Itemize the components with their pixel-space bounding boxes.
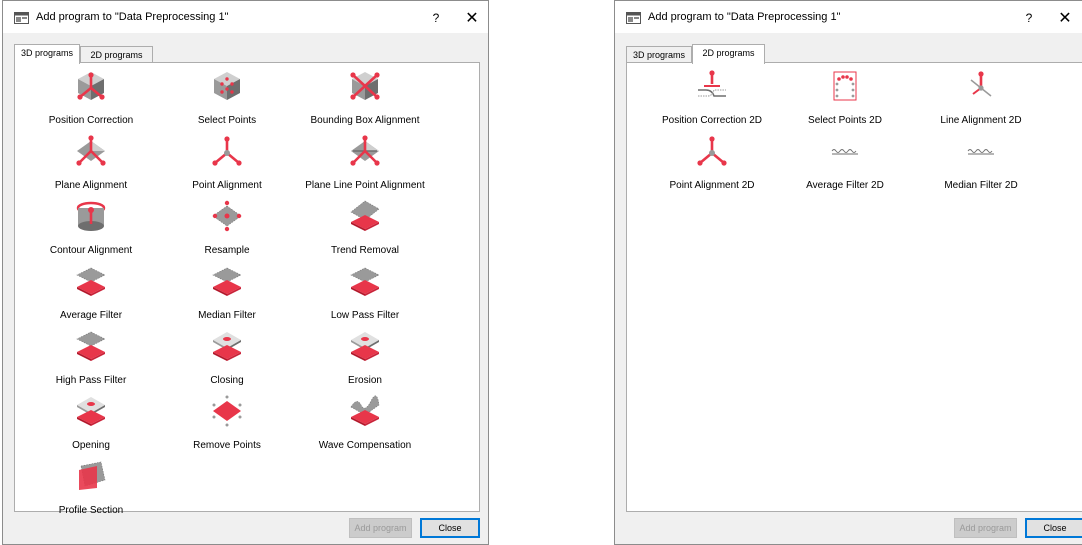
add-program-dialog-2d: Add program to "Data Preprocessing 1" ? … <box>614 0 1082 545</box>
contour-alignment-icon <box>76 201 106 231</box>
program-item[interactable]: Position Correction <box>28 70 154 134</box>
program-item[interactable]: Contour Alignment <box>28 200 154 264</box>
closing-icon <box>213 332 241 361</box>
program-label: Line Alignment 2D <box>940 115 1022 126</box>
add-program-dialog-3d: Add program to "Data Preprocessing 1" ? … <box>2 0 489 545</box>
programs-panel-3d: Position Correction Select Points Bounding… <box>14 62 480 516</box>
help-button[interactable]: ? <box>1022 11 1036 25</box>
bounding-box-alignment-icon <box>350 72 380 100</box>
average-filter-2d-icon <box>831 149 858 155</box>
position-correction-icon <box>77 72 105 100</box>
select-points-icon <box>214 72 240 100</box>
program-item[interactable]: Remove Points <box>164 395 290 459</box>
program-item[interactable]: Average Filter <box>28 265 154 329</box>
title-bar: Add program to "Data Preprocessing 1" ? … <box>615 1 1082 33</box>
plane-line-point-alignment-icon <box>350 135 380 166</box>
resample-icon <box>212 200 242 232</box>
programs-panel-2d: Position Correction 2D Select Points 2D Li… <box>626 62 1082 512</box>
tab-2d-programs[interactable]: 2D programs <box>692 44 765 64</box>
plane-alignment-icon <box>76 135 106 166</box>
program-item[interactable]: Point Alignment <box>164 135 290 199</box>
average-filter-icon <box>76 267 106 296</box>
app-window-icon <box>14 12 29 24</box>
dialog-title: Add program to "Data Preprocessing 1" <box>36 11 229 23</box>
point-alignment-icon <box>212 136 242 166</box>
high-pass-filter-icon <box>76 331 106 361</box>
program-item[interactable]: High Pass Filter <box>28 330 154 394</box>
program-label: Trend Removal <box>331 245 399 256</box>
close-window-button[interactable]: ✕ <box>1056 8 1074 28</box>
close-button[interactable]: Close <box>420 518 480 538</box>
program-item[interactable]: Wave Compensation <box>302 395 428 459</box>
program-item[interactable]: Median Filter 2D <box>918 135 1044 199</box>
select-points-2d-icon <box>833 71 857 101</box>
title-bar: Add program to "Data Preprocessing 1" ? … <box>3 1 488 33</box>
program-label: Median Filter 2D <box>944 180 1018 191</box>
program-item[interactable]: Plane Line Point Alignment <box>302 135 428 199</box>
position-correction-2d-icon <box>698 70 726 97</box>
median-filter-icon <box>212 267 242 296</box>
program-item[interactable]: Bounding Box Alignment <box>302 70 428 134</box>
program-item[interactable]: Resample <box>164 200 290 264</box>
program-item[interactable]: Plane Alignment <box>28 135 154 199</box>
program-item[interactable]: Median Filter <box>164 265 290 329</box>
program-label: Bounding Box Alignment <box>310 115 420 126</box>
dialog-title: Add program to "Data Preprocessing 1" <box>648 11 841 23</box>
tab-3d-programs[interactable]: 3D programs <box>626 46 692 63</box>
program-item[interactable]: Opening <box>28 395 154 459</box>
program-label: Profile Section <box>58 505 124 516</box>
program-item[interactable]: Erosion <box>302 330 428 394</box>
program-item[interactable]: Select Points <box>164 70 290 134</box>
add-program-button[interactable]: Add program <box>349 518 412 538</box>
close-button[interactable]: Close <box>1025 518 1082 538</box>
program-label: Erosion <box>348 375 382 386</box>
close-window-button[interactable]: ✕ <box>463 8 481 28</box>
program-label: Wave Compensation <box>318 440 412 451</box>
program-item[interactable]: Select Points 2D <box>782 70 908 134</box>
add-program-button[interactable]: Add program <box>954 518 1017 538</box>
program-item[interactable]: Position Correction 2D <box>649 70 775 134</box>
program-item[interactable]: Low Pass Filter <box>302 265 428 329</box>
remove-points-icon <box>212 395 242 427</box>
wave-compensation-icon <box>350 395 380 426</box>
program-item[interactable]: Profile Section <box>28 460 154 524</box>
program-label: Plane Line Point Alignment <box>305 180 425 191</box>
program-item[interactable]: Line Alignment 2D <box>918 70 1044 134</box>
low-pass-filter-icon <box>350 267 380 296</box>
opening-icon <box>77 397 105 426</box>
app-window-icon <box>626 12 641 24</box>
program-item[interactable]: Average Filter 2D <box>782 135 908 199</box>
median-filter-2d-icon <box>967 149 994 155</box>
trend-removal-icon <box>350 200 380 231</box>
help-button[interactable]: ? <box>429 11 443 25</box>
point-alignment-2d-icon <box>697 136 727 166</box>
tab-3d-programs[interactable]: 3D programs <box>14 44 80 64</box>
program-item[interactable]: Point Alignment 2D <box>649 135 775 199</box>
tab-2d-programs[interactable]: 2D programs <box>80 46 153 63</box>
program-item[interactable]: Closing <box>164 330 290 394</box>
program-item[interactable]: Trend Removal <box>302 200 428 264</box>
erosion-icon <box>351 332 379 361</box>
profile-section-icon <box>79 461 106 490</box>
program-label: Low Pass Filter <box>330 310 400 321</box>
line-alignment-2d-icon <box>970 71 992 97</box>
